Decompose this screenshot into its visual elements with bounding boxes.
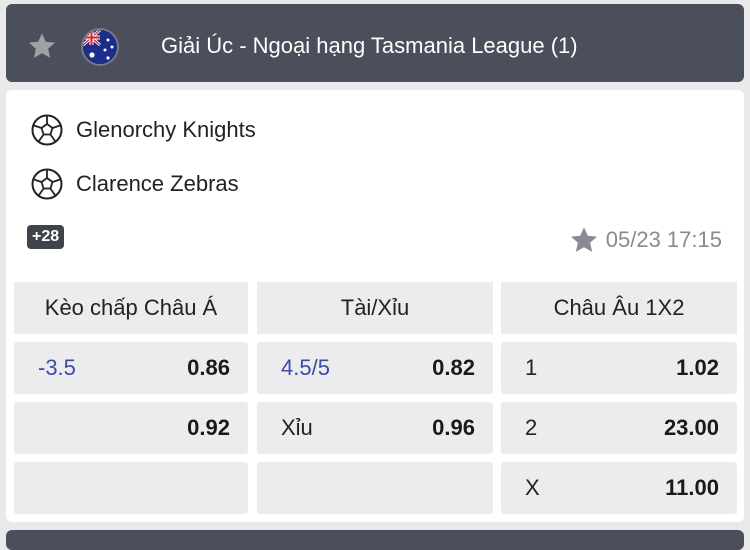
handicap-line: -3.5 [38, 355, 76, 380]
asian-handicap-header: Kèo chấp Châu Á [14, 282, 248, 334]
european-odd-cell[interactable]: 2 23.00 [501, 402, 737, 454]
star-icon[interactable] [568, 224, 600, 256]
over-under-header: Tài/Xỉu [257, 282, 493, 334]
odd-value: 0.96 [432, 415, 475, 440]
away-team[interactable]: Clarence Zebras [30, 167, 239, 201]
outcome-label: 2 [525, 415, 538, 440]
australia-flag-icon [83, 30, 117, 64]
odd-value: 1.02 [676, 355, 719, 380]
home-team-name: Glenorchy Knights [76, 117, 256, 142]
next-league-header[interactable] [6, 530, 744, 550]
outcome-label: 1 [525, 355, 538, 380]
more-markets-badge[interactable]: +28 [27, 225, 65, 249]
total-line: 4.5/5 [281, 355, 330, 380]
over-under-odd-cell[interactable]: 4.5/5 0.82 [257, 342, 493, 394]
odd-value: 11.00 [665, 475, 719, 500]
over-under-empty-cell [257, 462, 493, 514]
odd-value: 0.92 [187, 415, 230, 440]
european-1x2-header: Châu Âu 1X2 [501, 282, 737, 334]
asian-handicap-odd-cell[interactable]: 0.92 [14, 402, 248, 454]
match-datetime: 05/23 17:15 [605, 227, 722, 252]
under-label: Xỉu [281, 415, 313, 440]
soccer-ball-icon [31, 114, 63, 146]
over-under-odd-cell[interactable]: Xỉu 0.96 [257, 402, 493, 454]
asian-handicap-odd-cell[interactable]: -3.5 0.86 [14, 342, 248, 394]
away-team-name: Clarence Zebras [76, 171, 239, 196]
match-card: Glenorchy Knights Clarence Zebras +28 05… [6, 90, 744, 522]
european-odd-cell[interactable]: X 11.00 [501, 462, 737, 514]
soccer-ball-icon [31, 168, 63, 200]
odd-value: 0.86 [187, 355, 230, 380]
star-icon[interactable] [26, 30, 58, 62]
league-title: Giải Úc - Ngoại hạng Tasmania League (1) [161, 33, 578, 58]
european-odd-cell[interactable]: 1 1.02 [501, 342, 737, 394]
odd-value: 0.82 [432, 355, 475, 380]
league-header[interactable]: Giải Úc - Ngoại hạng Tasmania League (1) [6, 4, 744, 82]
outcome-label: X [525, 475, 540, 500]
odd-value: 23.00 [663, 415, 719, 440]
match-time: 05/23 17:15 [568, 224, 722, 256]
asian-handicap-empty-cell [14, 462, 248, 514]
home-team[interactable]: Glenorchy Knights [30, 113, 256, 147]
